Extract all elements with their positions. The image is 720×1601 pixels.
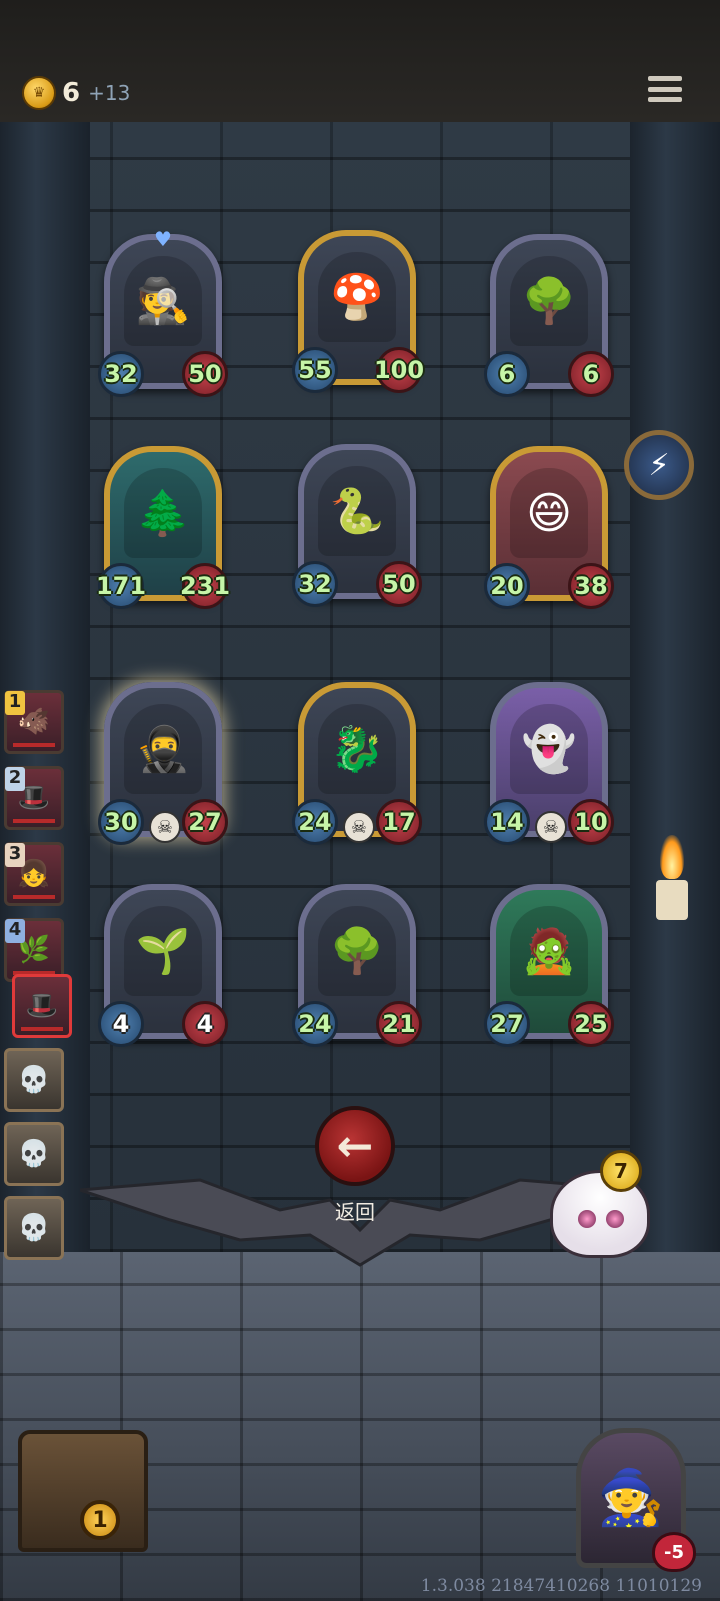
menu-icon[interactable]	[648, 72, 682, 106]
card-art: 🌲	[124, 468, 202, 558]
monster-card[interactable]: ♥ 🕵️ 32 50	[98, 228, 228, 397]
monster-card[interactable]: 😄 20 38	[484, 446, 614, 609]
attack-value: 14	[484, 799, 530, 845]
attack-value: 6	[484, 351, 530, 397]
health-value: 17	[376, 799, 422, 845]
attack-value: 4	[98, 1001, 144, 1047]
attack-value: 24	[292, 799, 338, 845]
candle-icon	[656, 880, 688, 920]
health-value: 25	[568, 1001, 614, 1047]
queue-number: 2	[5, 767, 25, 791]
monster-card[interactable]: 🥷 ☠ 30 27	[98, 682, 228, 845]
card-art: 🐉	[318, 704, 396, 794]
attack-value: 32	[98, 351, 144, 397]
skull-icon: ☠	[149, 811, 181, 843]
attack-value: 171	[96, 563, 146, 609]
back-button[interactable]: ←	[315, 1106, 395, 1186]
version-text: 1.3.038 21847410268 11010129	[420, 1576, 702, 1596]
skull-icon: ☠	[343, 811, 375, 843]
health-value: 10	[568, 799, 614, 845]
monster-card[interactable]: 🐍 32 50	[292, 444, 422, 607]
attack-value: 20	[484, 563, 530, 609]
queue-item-defeated[interactable]: 💀	[4, 1196, 64, 1260]
queue-item[interactable]: 3 👧	[4, 842, 64, 906]
skull-icon: ☠	[535, 811, 567, 843]
gold-increment: +13	[88, 81, 131, 105]
skull-icon: 💀	[17, 1065, 51, 1095]
card-art: 🥷	[124, 704, 202, 794]
queue-item-defeated[interactable]: 💀	[4, 1122, 64, 1186]
gnome-icon: 🧙	[597, 1466, 665, 1529]
card-art: 🌱	[124, 906, 202, 996]
hero-hp-badge: -5	[652, 1532, 696, 1572]
monster-card[interactable]: 🐉 ☠ 24 17	[292, 682, 422, 845]
heart-icon: ♥	[154, 227, 172, 251]
card-art: 😄	[510, 468, 588, 558]
queue-number: 3	[5, 843, 25, 867]
skull-icon: 💀	[17, 1213, 51, 1243]
chest-count-badge: 1	[80, 1500, 120, 1540]
coin-icon: ♛	[22, 76, 56, 110]
cupcake-pet[interactable]: 7	[540, 1150, 660, 1260]
card-art: 🌳	[318, 906, 396, 996]
treasure-chest-icon[interactable]	[18, 1430, 148, 1552]
health-value: 38	[568, 563, 614, 609]
health-value: 231	[180, 563, 230, 609]
attack-value: 24	[292, 1001, 338, 1047]
monster-card[interactable]: 🌳 24 21	[292, 884, 422, 1047]
queue-item[interactable]: 1 🐗	[4, 690, 64, 754]
attack-value: 30	[98, 799, 144, 845]
queue-number: 1	[5, 691, 25, 715]
queue-item-active[interactable]: 🎩	[12, 974, 72, 1038]
health-value: 27	[182, 799, 228, 845]
card-art: 🕵️	[124, 256, 202, 346]
skull-icon: 💀	[17, 1139, 51, 1169]
queue-item-defeated[interactable]: 💀	[4, 1048, 64, 1112]
card-art: 🐍	[318, 466, 396, 556]
health-value: 21	[376, 1001, 422, 1047]
attack-value: 55	[292, 347, 338, 393]
gold-value: 6	[62, 78, 81, 108]
queue-hp-bar	[13, 895, 55, 899]
queue-item[interactable]: 2 🎩	[4, 766, 64, 830]
health-value: 50	[182, 351, 228, 397]
witch-hat-icon: 🎩	[25, 991, 59, 1021]
top-bar: ♛ 6 +13	[0, 0, 720, 125]
card-art: 🍄	[318, 252, 396, 342]
arrow-left-icon: ←	[336, 1120, 374, 1172]
gold-counter: ♛ 6 +13	[22, 76, 130, 110]
queue-hp-bar	[13, 743, 55, 747]
health-value: 4	[182, 1001, 228, 1047]
pet-level-badge: 7	[600, 1150, 642, 1192]
card-art: 👻	[510, 704, 588, 794]
queue-hp-bar	[21, 1027, 63, 1031]
torch-flame-icon	[660, 835, 684, 879]
monster-card[interactable]: 🌲 171 231	[96, 446, 230, 609]
back-button-label: 返回	[335, 1200, 375, 1224]
card-art: 🧟	[510, 906, 588, 996]
turn-queue: 1 🐗 2 🎩 3 👧 4 🌿 🎩 💀 💀 💀	[0, 668, 72, 1268]
queue-number: 4	[5, 919, 25, 943]
monster-card[interactable]: 🍄 55 100	[292, 230, 424, 393]
card-art: 🌳	[510, 256, 588, 346]
monster-card[interactable]: 🌱 4 4	[98, 884, 228, 1047]
pocket-watch-icon[interactable]: ⚡	[624, 430, 694, 500]
attack-value: 27	[484, 1001, 530, 1047]
health-value: 50	[376, 561, 422, 607]
monster-card[interactable]: 👻 ☠ 14 10	[484, 682, 614, 845]
pet-eye	[606, 1210, 624, 1228]
pet-eye	[578, 1210, 596, 1228]
attack-value: 32	[292, 561, 338, 607]
health-value: 6	[568, 351, 614, 397]
queue-hp-bar	[13, 819, 55, 823]
monster-card[interactable]: 🌳 6 6	[484, 234, 614, 397]
health-value: 100	[374, 347, 424, 393]
queue-item[interactable]: 4 🌿	[4, 918, 64, 982]
right-pillar	[630, 122, 720, 1252]
monster-card[interactable]: 🧟 27 25	[484, 884, 614, 1047]
